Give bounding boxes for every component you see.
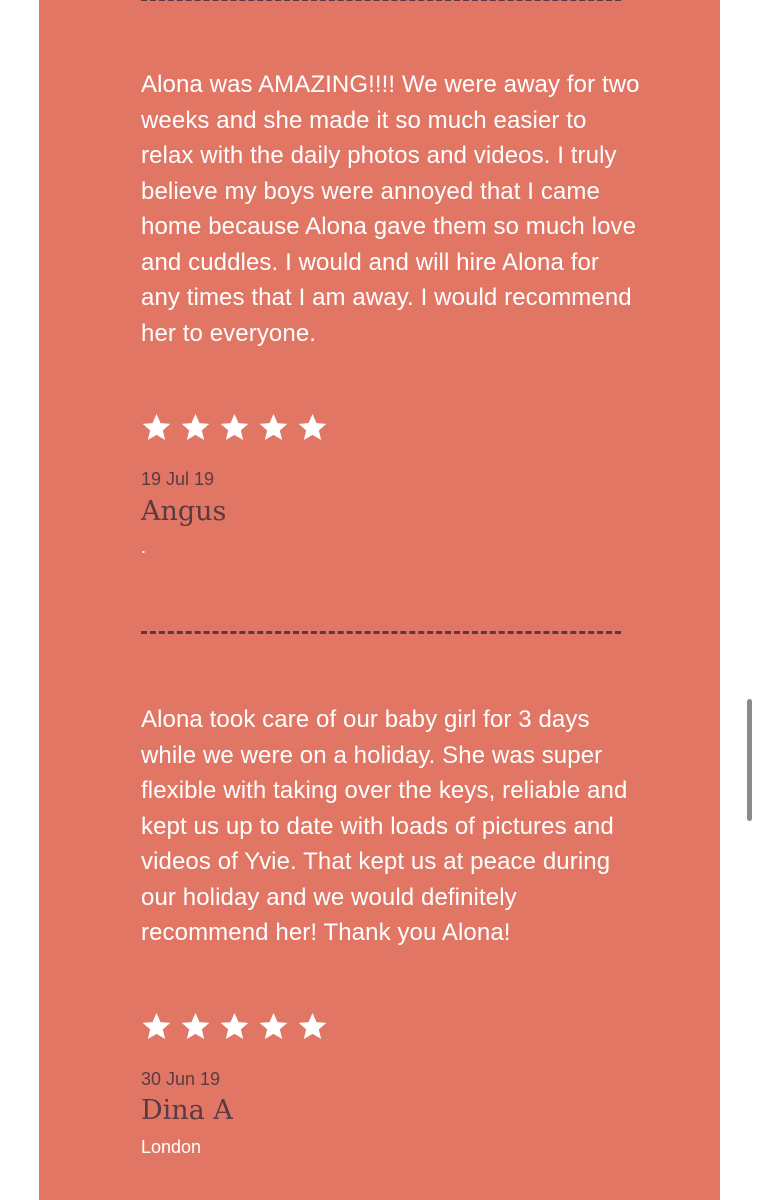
star-icon [220, 1012, 249, 1040]
review-location: . [141, 537, 147, 557]
review-date: 30 Jun 19 [141, 1069, 221, 1089]
review-card: Alona took care of our baby girl for 3 d… [141, 702, 641, 951]
star-icon [259, 1012, 288, 1040]
review-author: Angus [141, 496, 227, 527]
star-icon [259, 413, 288, 441]
star-icon [142, 413, 171, 441]
review-location: London [141, 1137, 202, 1157]
scrollbar-thumb[interactable] [747, 699, 752, 821]
star-icon [298, 413, 327, 441]
review-text: Alona was AMAZING!!!! We were away for t… [141, 71, 640, 347]
star-icon [298, 1012, 327, 1040]
star-icon [220, 413, 249, 441]
star-icon [181, 1012, 210, 1040]
star-rating [141, 1011, 328, 1042]
review-text: Alona took care of our baby girl for 3 d… [141, 706, 628, 946]
review-author: Dina A [141, 1095, 233, 1126]
star-icon [142, 1012, 171, 1040]
star-rating [141, 412, 328, 443]
review-card: Alona was AMAZING!!!! We were away for t… [141, 67, 641, 351]
star-icon [181, 413, 210, 441]
reviews-panel: Alona was AMAZING!!!! We were away for t… [39, 0, 720, 1200]
review-divider [141, 631, 621, 634]
review-divider [141, 0, 621, 1]
review-date: 19 Jul 19 [141, 469, 215, 489]
